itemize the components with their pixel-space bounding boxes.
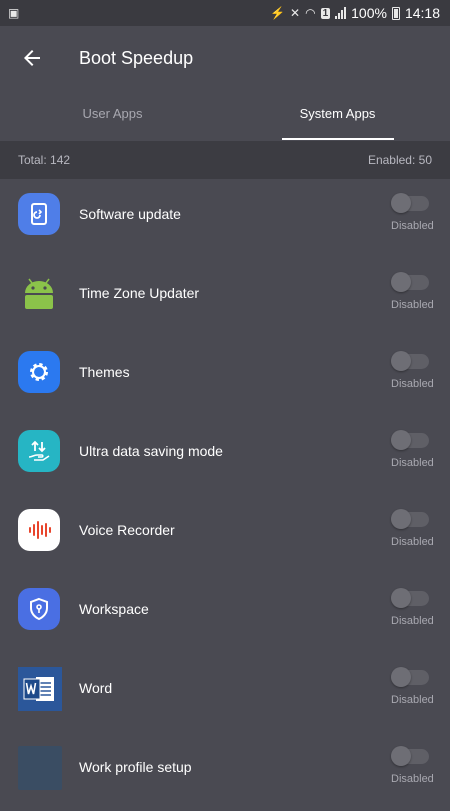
toggle-knob [391, 193, 411, 213]
list-item[interactable]: Workspace Disabled [0, 574, 450, 653]
list-item[interactable]: Software update Disabled [0, 179, 450, 258]
enable-toggle[interactable] [391, 351, 429, 371]
toggle-knob [391, 430, 411, 450]
app-name: Themes [79, 364, 130, 380]
app-name: Workspace [79, 601, 149, 617]
wifi-icon: ◠ [305, 6, 316, 20]
summary-bar: Total: 142 Enabled: 50 [0, 141, 450, 179]
enable-toggle[interactable] [391, 588, 429, 608]
enable-toggle[interactable] [391, 193, 429, 213]
list-item[interactable]: Work profile setup Disabled [0, 732, 450, 811]
tab-user-apps[interactable]: User Apps [0, 92, 225, 140]
app-name: Time Zone Updater [79, 285, 200, 301]
app-name: Word [79, 680, 113, 696]
notification-icon: ▣ [8, 6, 20, 20]
enable-toggle[interactable] [391, 430, 429, 450]
toggle-knob [391, 667, 411, 687]
page-title: Boot Speedup [79, 48, 194, 68]
battery-percent: 100% [351, 5, 387, 21]
list-item[interactable]: Voice Recorder Disabled [0, 495, 450, 574]
app-state: Disabled [391, 220, 434, 232]
app-state: Disabled [391, 615, 434, 627]
data-saving-icon [18, 430, 60, 472]
voice-recorder-icon [18, 509, 60, 551]
software-update-icon [18, 193, 60, 235]
list-item[interactable]: Time Zone Updater Disabled [0, 258, 450, 337]
enable-toggle[interactable] [391, 667, 429, 687]
tab-system-apps[interactable]: System Apps [225, 92, 450, 140]
app-state: Disabled [391, 378, 434, 390]
sim-icon: 1 [320, 7, 331, 19]
shield-lock-icon [18, 588, 60, 630]
gear-icon [18, 351, 60, 393]
android-icon [18, 272, 60, 314]
app-list: Software update Disabled Time Zone Updat… [0, 179, 450, 811]
back-arrow-icon[interactable] [20, 46, 44, 70]
toggle-knob [391, 746, 411, 766]
toggle-knob [391, 272, 411, 292]
app-name: Voice Recorder [79, 522, 175, 538]
app-name: Work profile setup [79, 759, 192, 775]
list-item[interactable]: Word Disabled [0, 653, 450, 732]
battery-icon [391, 6, 400, 20]
status-bar: ▣ ⚡ ✕ ◠ 1 100% 14:18 [0, 0, 450, 26]
app-state: Disabled [391, 536, 434, 548]
word-icon [18, 667, 62, 711]
total-count: Total: 142 [18, 153, 71, 167]
tab-bar: User Apps System Apps [0, 92, 450, 140]
mute-icon: ✕ [290, 6, 301, 20]
app-name: Ultra data saving mode [79, 443, 223, 459]
toggle-knob [391, 351, 411, 371]
app-state: Disabled [391, 773, 434, 785]
app-state: Disabled [391, 694, 434, 706]
signal-icon [335, 7, 347, 19]
app-name: Software update [79, 206, 181, 222]
enabled-count: Enabled: 50 [367, 153, 432, 167]
enable-toggle[interactable] [391, 746, 429, 766]
enable-toggle[interactable] [391, 272, 429, 292]
battery-saver-icon: ⚡ [270, 6, 286, 20]
app-state: Disabled [391, 457, 434, 469]
enable-toggle[interactable] [391, 509, 429, 529]
toggle-knob [391, 588, 411, 608]
work-profile-icon [18, 746, 62, 790]
clock: 14:18 [404, 5, 440, 21]
list-item[interactable]: Themes Disabled [0, 337, 450, 416]
app-state: Disabled [391, 299, 434, 311]
app-header: Boot Speedup User Apps System Apps [0, 26, 450, 141]
toggle-knob [391, 509, 411, 529]
list-item[interactable]: Ultra data saving mode Disabled [0, 416, 450, 495]
